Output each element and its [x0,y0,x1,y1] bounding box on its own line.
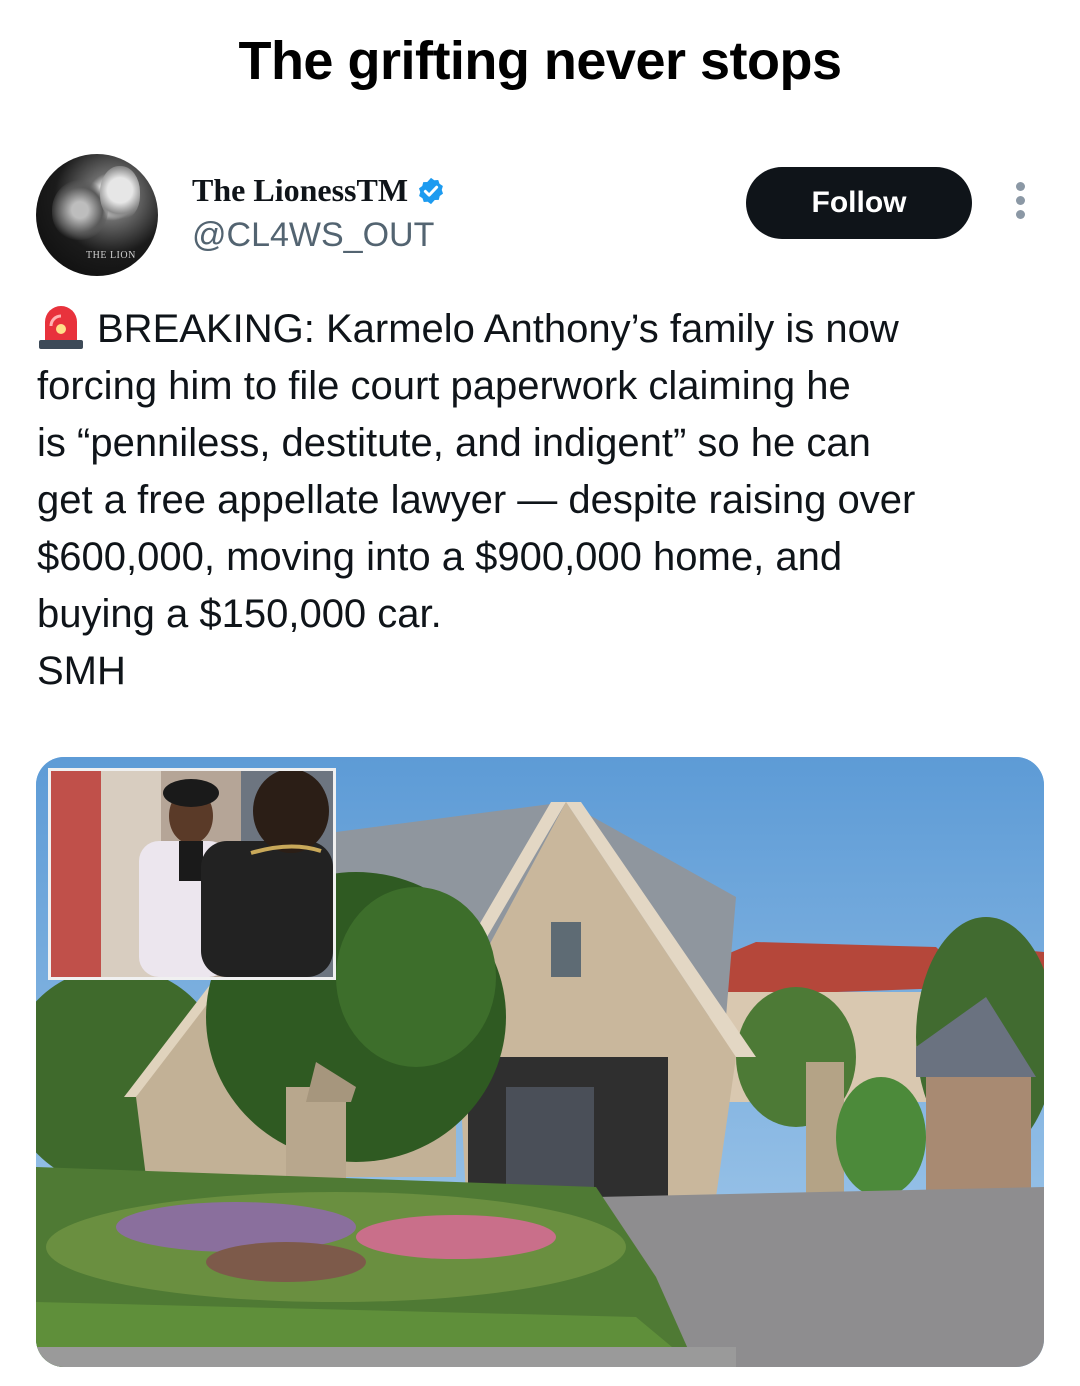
face-image [100,166,140,220]
profile-avatar[interactable]: THE LION [36,154,158,276]
display-name-row[interactable]: The LionessTM [192,172,446,209]
more-options-icon[interactable] [1010,182,1030,222]
police-siren-emoji [39,306,83,349]
inset-photo [48,768,336,980]
tweet-text: BREAKING: Karmelo Anthony’s family is no… [37,301,1047,700]
inset-people-image [51,771,333,977]
verified-badge-icon [419,177,444,204]
display-name[interactable]: The LionessTM [192,172,408,209]
follow-button[interactable]: Follow [746,167,972,239]
tweet-body: forcing him to file court paperwork clai… [37,364,916,693]
avatar-watermark: THE LION [86,250,136,261]
user-handle[interactable]: @CL4WS_OUT [192,216,434,255]
tweet-first-line: BREAKING: Karmelo Anthony’s family is no… [97,307,899,351]
post-caption: The grifting never stops [238,31,842,91]
